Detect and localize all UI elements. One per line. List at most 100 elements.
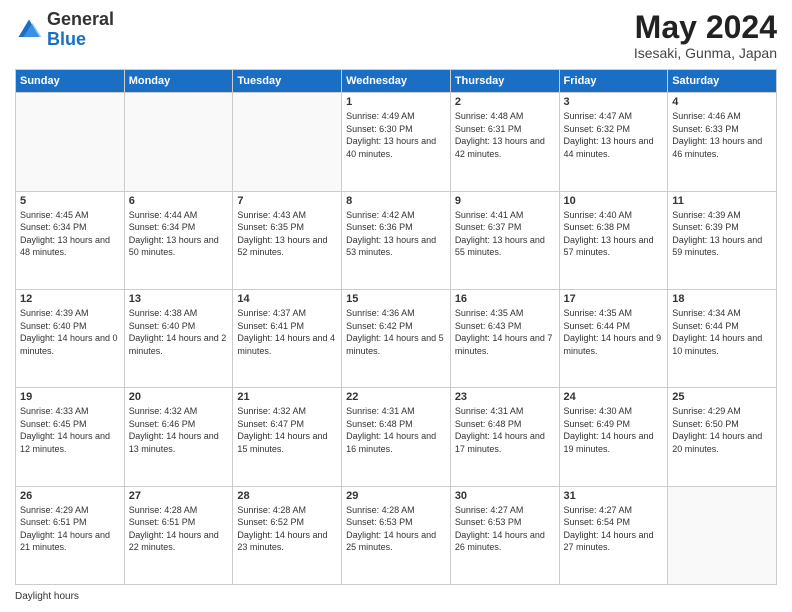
day-cell: 23 Sunrise: 4:31 AMSunset: 6:48 PMDayligh… [450, 388, 559, 486]
day-cell: 11 Sunrise: 4:39 AMSunset: 6:39 PMDayligh… [668, 191, 777, 289]
day-info: Sunrise: 4:41 AMSunset: 6:37 PMDaylight:… [455, 209, 555, 259]
day-number: 18 [672, 293, 772, 305]
day-number: 27 [129, 490, 229, 502]
day-info: Sunrise: 4:28 AMSunset: 6:51 PMDaylight:… [129, 504, 229, 554]
day-info: Sunrise: 4:38 AMSunset: 6:40 PMDaylight:… [129, 307, 229, 357]
page: General Blue May 2024 Isesaki, Gunma, Ja… [0, 0, 792, 612]
day-cell: 19Sunrise: 4:33 AMSunset: 6:45 PMDayligh… [16, 388, 125, 486]
day-info: Sunrise: 4:49 AMSunset: 6:30 PMDaylight:… [346, 110, 446, 160]
day-info: Sunrise: 4:40 AMSunset: 6:38 PMDaylight:… [564, 209, 664, 259]
title-block: May 2024 Isesaki, Gunma, Japan [634, 10, 777, 61]
day-number: 30 [455, 490, 555, 502]
week-row-1: 5 Sunrise: 4:45 AMSunset: 6:34 PMDaylight… [16, 191, 777, 289]
day-number: 29 [346, 490, 446, 502]
day-info: Sunrise: 4:35 AMSunset: 6:43 PMDaylight:… [455, 307, 555, 357]
day-info: Sunrise: 4:39 AMSunset: 6:39 PMDaylight:… [672, 209, 772, 259]
day-cell [124, 93, 233, 191]
day-cell: 26Sunrise: 4:29 AMSunset: 6:51 PMDayligh… [16, 486, 125, 584]
day-cell: 2Sunrise: 4:48 AMSunset: 6:31 PMDaylight… [450, 93, 559, 191]
day-info: Sunrise: 4:28 AMSunset: 6:52 PMDaylight:… [237, 504, 337, 554]
day-cell: 22Sunrise: 4:31 AMSunset: 6:48 PMDayligh… [342, 388, 451, 486]
col-header-tuesday: Tuesday [233, 70, 342, 93]
day-cell: 10 Sunrise: 4:40 AMSunset: 6:38 PMDayligh… [559, 191, 668, 289]
day-cell: 14Sunrise: 4:37 AMSunset: 6:41 PMDayligh… [233, 289, 342, 387]
day-cell: 27 Sunrise: 4:28 AMSunset: 6:51 PMDayligh… [124, 486, 233, 584]
day-cell: 18 Sunrise: 4:34 AMSunset: 6:44 PMDayligh… [668, 289, 777, 387]
day-cell: 13 Sunrise: 4:38 AMSunset: 6:40 PMDayligh… [124, 289, 233, 387]
day-info: Sunrise: 4:33 AMSunset: 6:45 PMDaylight:… [20, 405, 120, 455]
header: General Blue May 2024 Isesaki, Gunma, Ja… [15, 10, 777, 61]
day-cell [233, 93, 342, 191]
day-info: Sunrise: 4:31 AMSunset: 6:48 PMDaylight:… [346, 405, 446, 455]
logo-general: General [47, 9, 114, 29]
day-info: Sunrise: 4:39 AMSunset: 6:40 PMDaylight:… [20, 307, 120, 357]
day-cell: 1 Sunrise: 4:49 AMSunset: 6:30 PMDaylight… [342, 93, 451, 191]
day-info: Sunrise: 4:27 AMSunset: 6:53 PMDaylight:… [455, 504, 555, 554]
day-info: Sunrise: 4:44 AMSunset: 6:34 PMDaylight:… [129, 209, 229, 259]
logo: General Blue [15, 10, 114, 50]
day-number: 15 [346, 293, 446, 305]
day-info: Sunrise: 4:45 AMSunset: 6:34 PMDaylight:… [20, 209, 120, 259]
day-info: Sunrise: 4:31 AMSunset: 6:48 PMDaylight:… [455, 405, 555, 455]
col-header-friday: Friday [559, 70, 668, 93]
day-number: 11 [672, 195, 772, 207]
day-cell: 7 Sunrise: 4:43 AMSunset: 6:35 PMDaylight… [233, 191, 342, 289]
day-number: 7 [237, 195, 337, 207]
day-cell: 15 Sunrise: 4:36 AMSunset: 6:42 PMDayligh… [342, 289, 451, 387]
day-number: 31 [564, 490, 664, 502]
day-info: Sunrise: 4:34 AMSunset: 6:44 PMDaylight:… [672, 307, 772, 357]
day-number: 6 [129, 195, 229, 207]
col-header-thursday: Thursday [450, 70, 559, 93]
day-cell: 3Sunrise: 4:47 AMSunset: 6:32 PMDaylight… [559, 93, 668, 191]
day-number: 4 [672, 96, 772, 108]
day-number: 17 [564, 293, 664, 305]
footer: Daylight hours [15, 591, 777, 602]
day-info: Sunrise: 4:37 AMSunset: 6:41 PMDaylight:… [237, 307, 337, 357]
day-number: 8 [346, 195, 446, 207]
location: Isesaki, Gunma, Japan [634, 45, 777, 61]
day-number: 9 [455, 195, 555, 207]
daylight-label: Daylight hours [15, 591, 79, 602]
day-number: 24 [564, 391, 664, 403]
col-header-saturday: Saturday [668, 70, 777, 93]
day-cell: 6 Sunrise: 4:44 AMSunset: 6:34 PMDaylight… [124, 191, 233, 289]
day-info: Sunrise: 4:36 AMSunset: 6:42 PMDaylight:… [346, 307, 446, 357]
day-cell: 28 Sunrise: 4:28 AMSunset: 6:52 PMDayligh… [233, 486, 342, 584]
day-number: 23 [455, 391, 555, 403]
day-cell: 9 Sunrise: 4:41 AMSunset: 6:37 PMDaylight… [450, 191, 559, 289]
day-cell: 21 Sunrise: 4:32 AMSunset: 6:47 PMDayligh… [233, 388, 342, 486]
day-info: Sunrise: 4:43 AMSunset: 6:35 PMDaylight:… [237, 209, 337, 259]
day-cell: 5 Sunrise: 4:45 AMSunset: 6:34 PMDaylight… [16, 191, 125, 289]
col-header-sunday: Sunday [16, 70, 125, 93]
day-cell: 20Sunrise: 4:32 AMSunset: 6:46 PMDayligh… [124, 388, 233, 486]
col-header-monday: Monday [124, 70, 233, 93]
day-number: 21 [237, 391, 337, 403]
day-number: 10 [564, 195, 664, 207]
day-number: 5 [20, 195, 120, 207]
day-number: 1 [346, 96, 446, 108]
day-info: Sunrise: 4:32 AMSunset: 6:47 PMDaylight:… [237, 405, 337, 455]
day-info: Sunrise: 4:46 AMSunset: 6:33 PMDaylight:… [672, 110, 772, 160]
day-cell: 29Sunrise: 4:28 AMSunset: 6:53 PMDayligh… [342, 486, 451, 584]
day-number: 12 [20, 293, 120, 305]
day-cell: 31 Sunrise: 4:27 AMSunset: 6:54 PMDayligh… [559, 486, 668, 584]
week-row-2: 12 Sunrise: 4:39 AMSunset: 6:40 PMDayligh… [16, 289, 777, 387]
day-cell: 25Sunrise: 4:29 AMSunset: 6:50 PMDayligh… [668, 388, 777, 486]
day-number: 3 [564, 96, 664, 108]
week-row-0: 1 Sunrise: 4:49 AMSunset: 6:30 PMDaylight… [16, 93, 777, 191]
day-info: Sunrise: 4:42 AMSunset: 6:36 PMDaylight:… [346, 209, 446, 259]
day-info: Sunrise: 4:48 AMSunset: 6:31 PMDaylight:… [455, 110, 555, 160]
day-number: 13 [129, 293, 229, 305]
day-number: 28 [237, 490, 337, 502]
day-info: Sunrise: 4:29 AMSunset: 6:51 PMDaylight:… [20, 504, 120, 554]
day-info: Sunrise: 4:27 AMSunset: 6:54 PMDaylight:… [564, 504, 664, 554]
day-number: 16 [455, 293, 555, 305]
logo-text: General Blue [47, 10, 114, 50]
week-row-4: 26Sunrise: 4:29 AMSunset: 6:51 PMDayligh… [16, 486, 777, 584]
day-cell: 17Sunrise: 4:35 AMSunset: 6:44 PMDayligh… [559, 289, 668, 387]
logo-blue: Blue [47, 29, 86, 49]
calendar-table: SundayMondayTuesdayWednesdayThursdayFrid… [15, 69, 777, 585]
week-row-3: 19Sunrise: 4:33 AMSunset: 6:45 PMDayligh… [16, 388, 777, 486]
day-cell: 24Sunrise: 4:30 AMSunset: 6:49 PMDayligh… [559, 388, 668, 486]
day-info: Sunrise: 4:29 AMSunset: 6:50 PMDaylight:… [672, 405, 772, 455]
